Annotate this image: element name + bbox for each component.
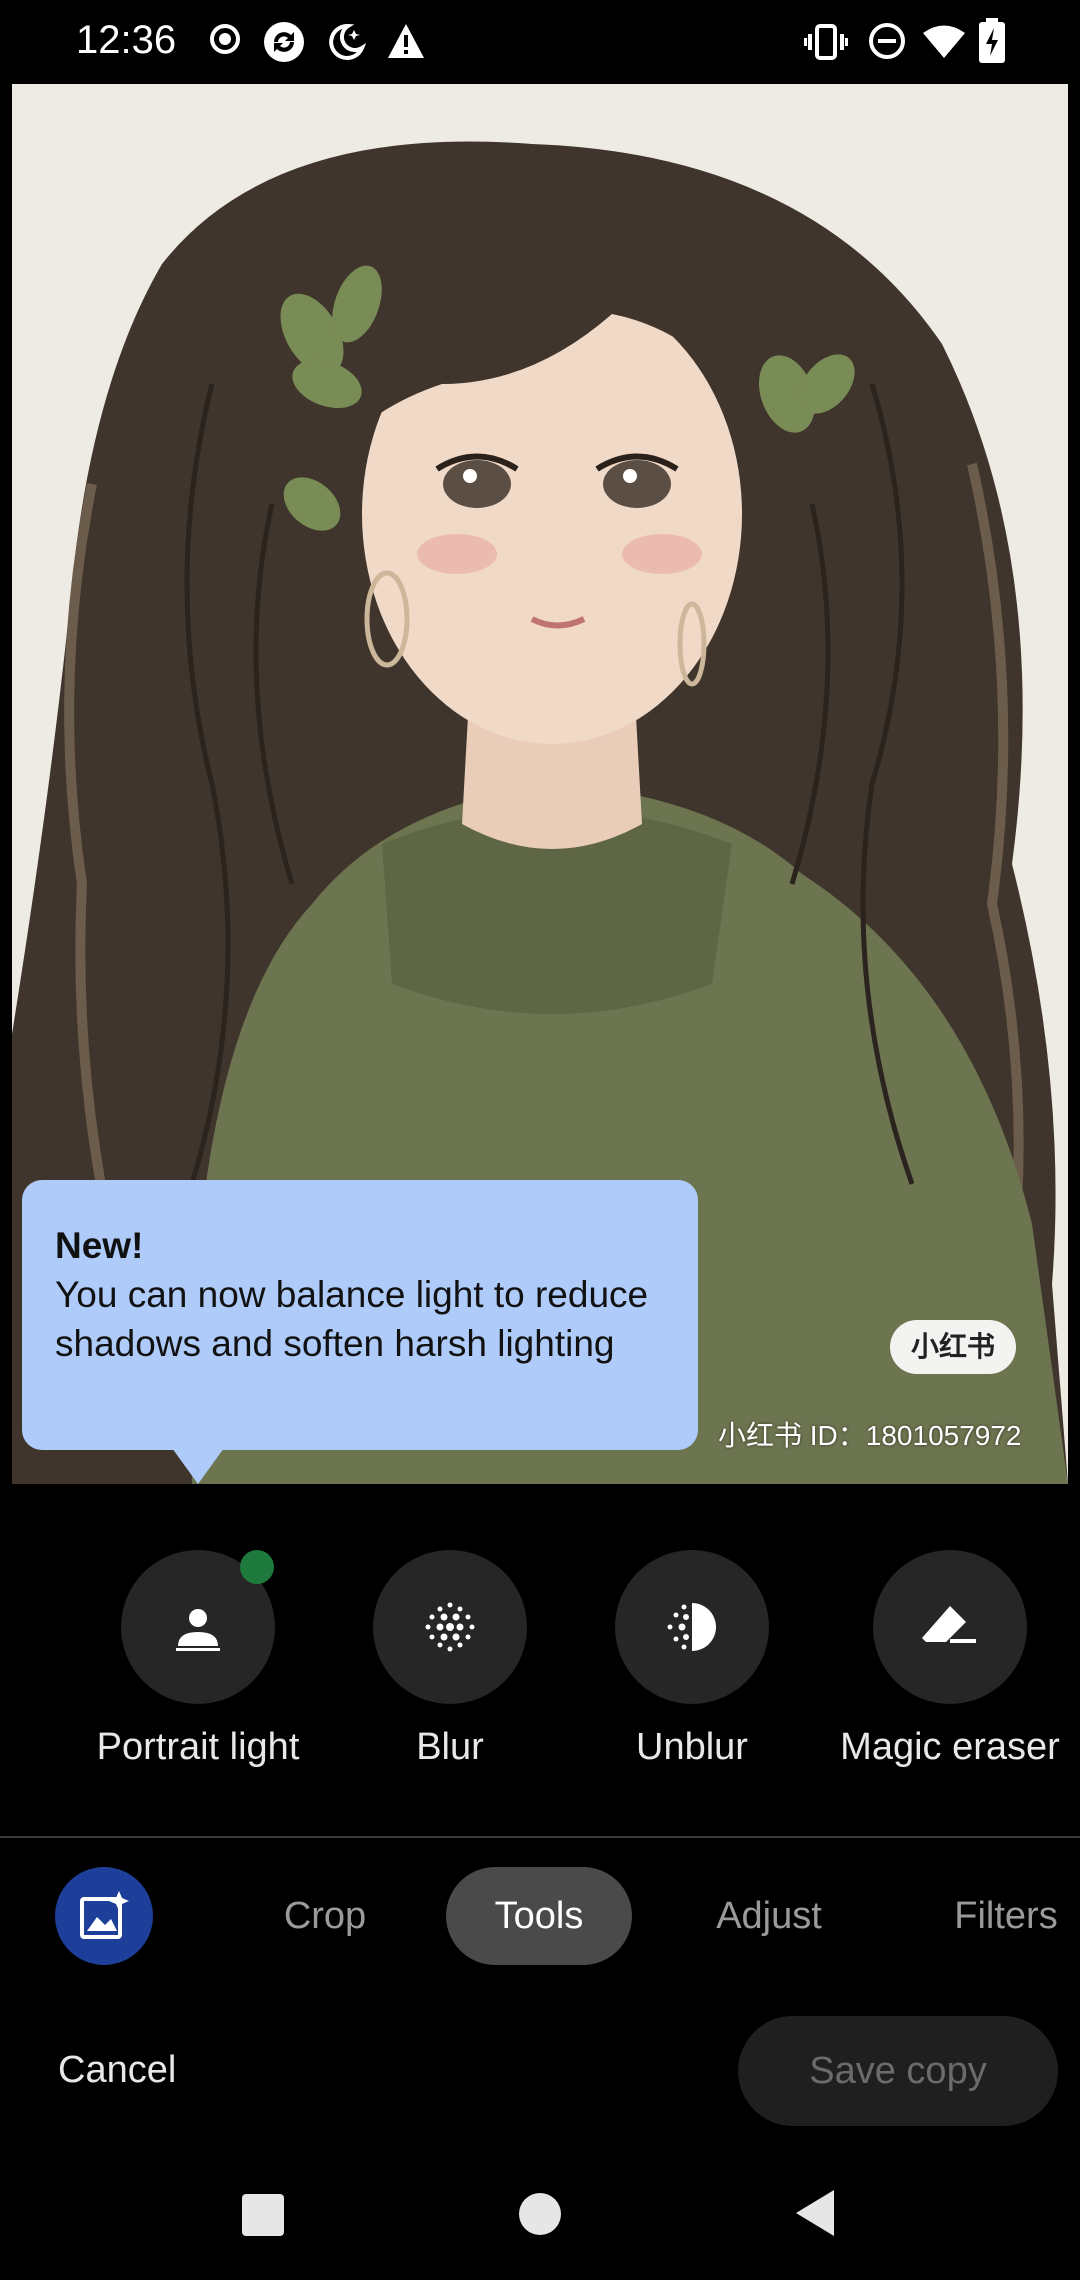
blur-icon [425, 1602, 475, 1652]
do-not-disturb-icon [869, 23, 905, 59]
sync-icon [264, 22, 304, 62]
tool-blur[interactable]: Blur [320, 1550, 580, 1769]
magic-eraser-button[interactable] [873, 1550, 1027, 1704]
unblur-icon [667, 1603, 716, 1651]
cancel-button[interactable]: Cancel [58, 2040, 176, 2100]
save-copy-button[interactable]: Save copy [738, 2016, 1058, 2126]
tool-magic-eraser[interactable]: Magic eraser [820, 1550, 1080, 1769]
vibrate-icon [804, 24, 848, 60]
status-time: 12:36 [76, 18, 177, 62]
tool-label: Unblur [636, 1726, 748, 1768]
tab-crop[interactable]: Crop [240, 1867, 410, 1965]
tab-adjust[interactable]: Adjust [682, 1867, 856, 1965]
tool-unblur[interactable]: Unblur [562, 1550, 822, 1769]
tooltip-title: New! [55, 1225, 144, 1266]
tool-label: Portrait light [96, 1726, 300, 1768]
watermark-id: 小红书 ID：1801057972 [718, 1420, 1022, 1451]
eraser-icon [922, 1606, 976, 1643]
suggestions-button[interactable] [55, 1867, 153, 1965]
tooltip-pointer [172, 1448, 224, 1484]
back-icon[interactable] [794, 2188, 838, 2238]
tool-portrait-light[interactable]: Portrait light [68, 1550, 328, 1769]
portrait-light-icon [176, 1609, 220, 1651]
record-icon [210, 24, 240, 54]
status-bar: 12:36 [0, 0, 1080, 84]
home-icon[interactable] [518, 2192, 562, 2236]
night-mode-icon [329, 23, 366, 60]
auto-enhance-icon [80, 1891, 129, 1939]
battery-icon [979, 18, 1005, 63]
divider [0, 1836, 1080, 1838]
tab-filters[interactable]: Filters [936, 1867, 1076, 1965]
unblur-button[interactable] [615, 1550, 769, 1704]
wifi-icon [923, 25, 965, 58]
watermark-badge: 小红书 [890, 1320, 1016, 1374]
warning-icon [388, 24, 424, 58]
recents-icon[interactable] [242, 2194, 284, 2236]
tooltip-body: You can now balance light to reduce shad… [55, 1274, 649, 1364]
blur-button[interactable] [373, 1550, 527, 1704]
new-feature-tooltip[interactable]: New! You can now balance light to reduce… [22, 1180, 698, 1450]
new-indicator-dot [240, 1550, 274, 1584]
tab-tools[interactable]: Tools [446, 1867, 632, 1965]
tool-label: Magic eraser [840, 1726, 1060, 1768]
tool-label: Blur [416, 1726, 484, 1768]
